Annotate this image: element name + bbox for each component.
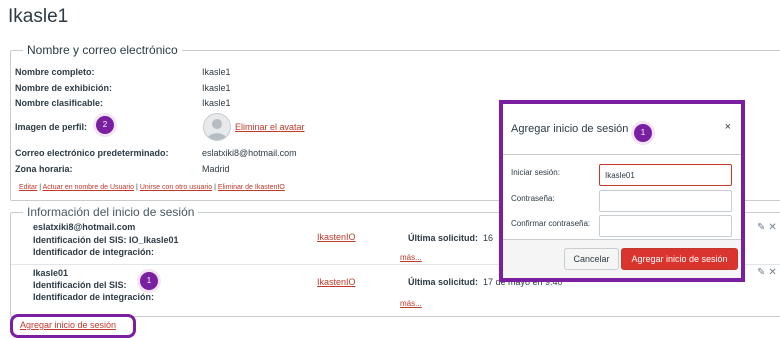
display-name-value: Ikasle1 xyxy=(202,83,231,93)
add-login-link[interactable]: Agregar inicio de sesión xyxy=(20,320,116,330)
dialog-title: Agregar inicio de sesión xyxy=(511,123,629,135)
login-2-name: Ikasle01 xyxy=(33,268,69,278)
email-value: eslatxiki8@hotmail.com xyxy=(202,148,297,158)
login-2-edit-delete-icons[interactable]: ✎✕ xyxy=(757,267,780,278)
login-1-sis-id: Identificación del SIS: IO_Ikasle01 xyxy=(33,235,179,245)
edit-link[interactable]: Editar xyxy=(19,184,37,191)
avatar-label: Imagen de perfil: xyxy=(15,122,88,132)
separator: | xyxy=(214,184,216,191)
add-login-submit-button[interactable]: Agregar inicio de sesión xyxy=(621,248,738,270)
profile-actions: Editar | Actuar en nombre de Usuario | U… xyxy=(19,184,285,191)
avatar xyxy=(203,113,231,141)
dialog-step-badge-1: 1 xyxy=(634,124,652,142)
logins-legend: Información del inicio de sesión xyxy=(27,205,195,219)
login-2-integration-id: Identificador de integración: xyxy=(33,292,155,302)
password-field-label: Contraseña: xyxy=(511,194,555,203)
display-name-label: Nombre de exhibición: xyxy=(15,83,113,93)
profile-legend: Nombre y correo electrónico xyxy=(27,43,178,57)
act-as-user-link[interactable]: Actuar en nombre de Usuario xyxy=(43,184,134,191)
login-1-provider-link[interactable]: IkastenIO xyxy=(317,232,356,242)
remove-avatar-link[interactable]: Eliminar el avatar xyxy=(235,122,305,132)
login-1-integration-id: Identificador de integración: xyxy=(33,247,155,257)
login-field-label: Iniciar sesión: xyxy=(511,168,560,177)
login-2-more-link[interactable]: más... xyxy=(400,299,422,308)
full-name-value: Ikasle1 xyxy=(202,67,231,77)
sortable-name-value: Ikasle1 xyxy=(202,98,231,108)
login-1-more-link[interactable]: más... xyxy=(400,253,422,262)
step-badge-1: 1 xyxy=(140,272,158,290)
login-1-last-request-value: 16 xyxy=(483,233,494,243)
full-name-label: Nombre completo: xyxy=(15,67,95,77)
login-2-last-request-label: Última solicitud: xyxy=(408,277,479,287)
step-badge-2: 2 xyxy=(96,116,114,134)
confirm-password-field-label: Confirmar contraseña: xyxy=(511,219,591,228)
delete-user-link[interactable]: Eliminar de IkastenIO xyxy=(218,184,285,191)
login-2-provider-link[interactable]: IkastenIO xyxy=(317,277,356,287)
add-login-dialog: Agregar inicio de sesión 1 × Iniciar ses… xyxy=(499,100,745,282)
page-title: Ikasle1 xyxy=(8,6,69,27)
close-icon[interactable]: × xyxy=(725,121,731,133)
login-input[interactable] xyxy=(599,164,732,186)
sortable-name-label: Nombre clasificable: xyxy=(15,98,104,108)
dialog-header: Agregar inicio de sesión 1 × xyxy=(503,104,741,155)
merge-user-link[interactable]: Unirse con otro usuario xyxy=(140,184,212,191)
separator: | xyxy=(136,184,138,191)
user-silhouette-icon xyxy=(207,119,227,140)
separator: | xyxy=(39,184,42,191)
email-label: Correo electrónico predeterminado: xyxy=(15,148,169,158)
login-2-sis-id: Identificación del SIS: xyxy=(33,280,127,290)
password-input[interactable] xyxy=(599,190,732,212)
cancel-button[interactable]: Cancelar xyxy=(564,248,619,270)
confirm-password-input[interactable] xyxy=(599,215,732,237)
dialog-footer: Cancelar Agregar inicio de sesión xyxy=(503,239,741,278)
timezone-label: Zona horaria: xyxy=(15,164,73,174)
login-1-edit-delete-icons[interactable]: ✎✕ xyxy=(757,222,780,233)
login-1-last-request-label: Última solicitud: xyxy=(408,233,479,243)
login-1-name: eslatxiki8@hotmail.com xyxy=(33,222,136,232)
timezone-value: Madrid xyxy=(202,164,230,174)
